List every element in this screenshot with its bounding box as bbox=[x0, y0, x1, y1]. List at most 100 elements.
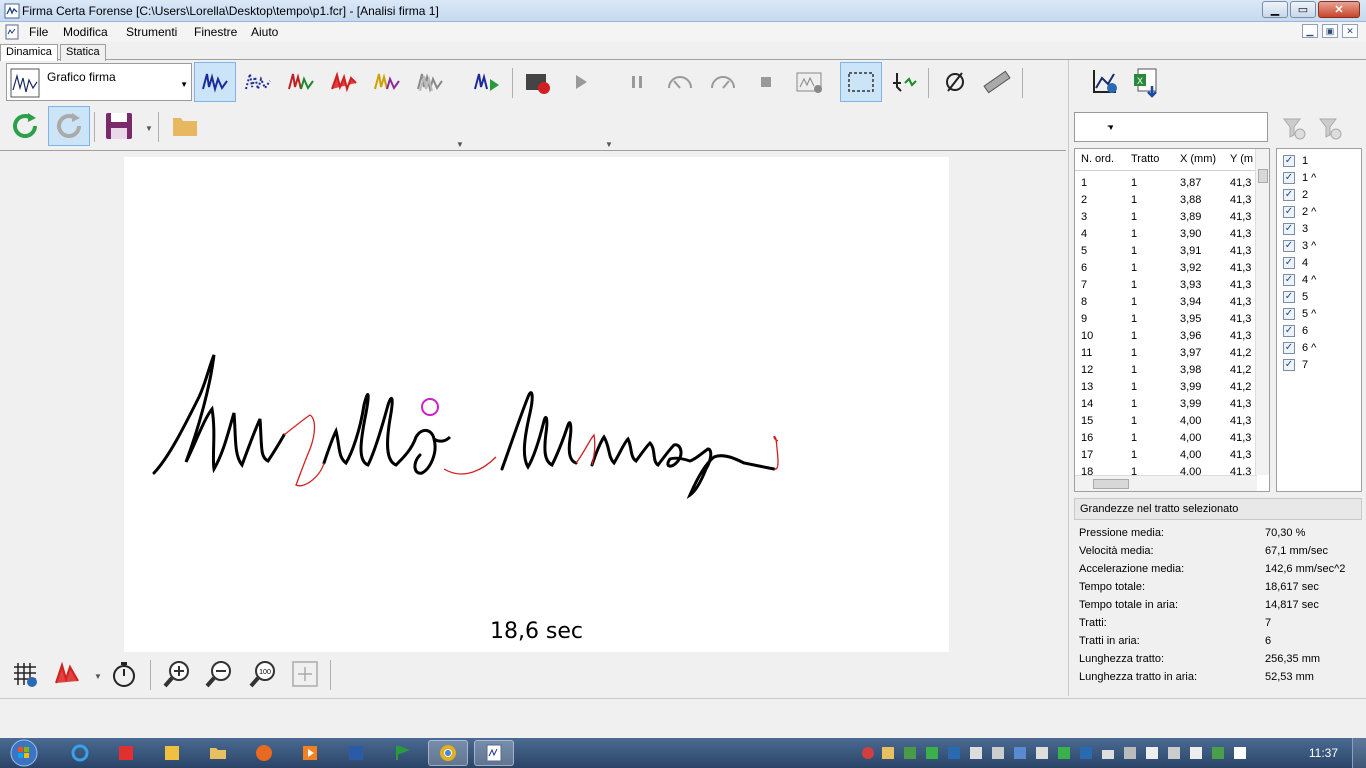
checkbox[interactable]: ✓ bbox=[1283, 290, 1295, 303]
taskbar-app-8[interactable] bbox=[382, 740, 422, 766]
slow-button[interactable] bbox=[659, 62, 701, 102]
stroke-checkbox-item[interactable]: ✓ 6 ^ bbox=[1283, 339, 1316, 356]
vertical-scrollbar[interactable] bbox=[1255, 149, 1269, 475]
table-row[interactable]: 7 1 3,93 41,3 bbox=[1075, 277, 1255, 294]
tab-dinamica[interactable]: Dinamica bbox=[0, 44, 58, 61]
graph-export-button[interactable] bbox=[1083, 62, 1125, 102]
timer-button[interactable] bbox=[104, 654, 146, 694]
column-header[interactable]: X (mm) bbox=[1180, 153, 1216, 165]
checkbox[interactable]: ✓ bbox=[1283, 307, 1295, 320]
checkbox[interactable]: ✓ bbox=[1283, 188, 1295, 201]
table-row[interactable]: 1 1 3,87 41,3 bbox=[1075, 175, 1255, 192]
minimize-button[interactable]: ▁ bbox=[1262, 1, 1288, 18]
table-row[interactable]: 3 1 3,89 41,3 bbox=[1075, 209, 1255, 226]
taskbar-firefox[interactable] bbox=[244, 740, 284, 766]
menu-finestre[interactable]: Finestre bbox=[194, 25, 237, 39]
start-button[interactable] bbox=[4, 738, 44, 768]
zoom-100-button[interactable]: 100 bbox=[242, 654, 284, 694]
table-row[interactable]: 16 1 4,00 41,3 bbox=[1075, 430, 1255, 447]
mdi-restore-button[interactable]: ▣ bbox=[1322, 24, 1338, 38]
taskbar-explorer[interactable] bbox=[198, 740, 238, 766]
stroke-checkbox-item[interactable]: ✓ 3 ^ bbox=[1283, 237, 1316, 254]
stroke-checkbox-item[interactable]: ✓ 4 bbox=[1283, 254, 1308, 271]
taskbar-chrome[interactable] bbox=[428, 740, 468, 766]
table-row[interactable]: 6 1 3,92 41,3 bbox=[1075, 260, 1255, 277]
stop-button[interactable] bbox=[745, 62, 787, 102]
table-row[interactable]: 8 1 3,94 41,3 bbox=[1075, 294, 1255, 311]
table-row[interactable]: 15 1 4,00 41,3 bbox=[1075, 413, 1255, 430]
stroke-checkbox-item[interactable]: ✓ 3 bbox=[1283, 220, 1308, 237]
checkbox[interactable]: ✓ bbox=[1283, 324, 1295, 337]
mdi-close-button[interactable]: ✕ bbox=[1342, 24, 1358, 38]
checkbox[interactable]: ✓ bbox=[1283, 256, 1295, 269]
sync-button[interactable] bbox=[48, 106, 90, 146]
play-trace-button[interactable] bbox=[466, 62, 508, 102]
checkbox[interactable]: ✓ bbox=[1283, 239, 1295, 252]
checkbox[interactable]: ✓ bbox=[1283, 358, 1295, 371]
table-row[interactable]: 17 1 4,00 41,3 bbox=[1075, 447, 1255, 464]
red-trace-button[interactable] bbox=[323, 62, 365, 102]
table-row[interactable]: 10 1 3,96 41,3 bbox=[1075, 328, 1255, 345]
stroke-checkbox-item[interactable]: ✓ 4 ^ bbox=[1283, 271, 1316, 288]
menu-strumenti[interactable]: Strumenti bbox=[126, 25, 177, 39]
taskbar-clock[interactable]: 11:37 bbox=[1309, 746, 1338, 760]
tray-icons[interactable] bbox=[856, 738, 1296, 768]
column-header[interactable]: Y (m bbox=[1230, 153, 1253, 165]
checkbox[interactable]: ✓ bbox=[1283, 222, 1295, 235]
link-button[interactable] bbox=[934, 62, 976, 102]
checkbox[interactable]: ✓ bbox=[1283, 205, 1295, 218]
stroke-filter-select[interactable]: - ▼ bbox=[1074, 112, 1268, 142]
tab-statica[interactable]: Statica bbox=[60, 44, 106, 61]
scrollbar-thumb[interactable] bbox=[1258, 169, 1268, 183]
signature-paper[interactable]: 18,6 sec bbox=[124, 157, 949, 653]
checkbox[interactable]: ✓ bbox=[1283, 341, 1295, 354]
table-row[interactable]: 9 1 3,95 41,3 bbox=[1075, 311, 1255, 328]
show-desktop-button[interactable] bbox=[1352, 738, 1366, 768]
grid-toggle-button[interactable] bbox=[4, 654, 46, 694]
table-row[interactable]: 14 1 3,99 41,3 bbox=[1075, 396, 1255, 413]
stroke-checkbox-item[interactable]: ✓ 6 bbox=[1283, 322, 1308, 339]
table-row[interactable]: 5 1 3,91 41,3 bbox=[1075, 243, 1255, 260]
fast-button[interactable] bbox=[702, 62, 744, 102]
column-header[interactable]: Tratto bbox=[1131, 153, 1159, 165]
ruler-button[interactable] bbox=[976, 62, 1018, 102]
remove-filter-button[interactable] bbox=[1315, 108, 1345, 148]
multicolor-trace-button[interactable] bbox=[366, 62, 408, 102]
zoom-out-button[interactable] bbox=[198, 654, 240, 694]
pressure-trace-button[interactable] bbox=[280, 62, 322, 102]
zoom-in-button[interactable] bbox=[156, 654, 198, 694]
play-button[interactable] bbox=[560, 62, 602, 102]
taskbar-app-2[interactable] bbox=[106, 740, 146, 766]
horizontal-scrollbar[interactable] bbox=[1075, 475, 1257, 491]
fit-to-window-button[interactable] bbox=[284, 654, 326, 694]
graph-type-select[interactable]: Grafico firma ▼ bbox=[6, 63, 192, 101]
checkbox[interactable]: ✓ bbox=[1283, 154, 1295, 167]
taskbar-app-3[interactable] bbox=[152, 740, 192, 766]
stroke-checkbox-item[interactable]: ✓ 1 ^ bbox=[1283, 169, 1316, 186]
stroke-checkbox-item[interactable]: ✓ 2 ^ bbox=[1283, 203, 1316, 220]
document-icon[interactable] bbox=[4, 24, 20, 40]
checkbox[interactable]: ✓ bbox=[1283, 171, 1295, 184]
save-button[interactable] bbox=[98, 106, 140, 146]
mdi-minimize-button[interactable]: ▁ bbox=[1302, 24, 1318, 38]
add-filter-button[interactable] bbox=[1279, 108, 1309, 148]
stroke-checkbox-item[interactable]: ✓ 5 bbox=[1283, 288, 1308, 305]
filter-button[interactable] bbox=[883, 62, 925, 102]
signature-trace-button[interactable] bbox=[194, 62, 236, 102]
table-row[interactable]: 4 1 3,90 41,3 bbox=[1075, 226, 1255, 243]
excel-export-button[interactable]: X bbox=[1125, 62, 1167, 102]
taskbar-word[interactable] bbox=[336, 740, 376, 766]
signature-drawing[interactable] bbox=[124, 157, 949, 597]
points-table[interactable]: N. ord. Tratto X (mm) Y (m 1 1 3,87 41,3 2 1 3… bbox=[1074, 148, 1270, 492]
chevron-down-icon[interactable]: ▼ bbox=[145, 124, 153, 133]
selection-button[interactable] bbox=[840, 62, 882, 102]
table-row[interactable]: 11 1 3,97 41,2 bbox=[1075, 345, 1255, 362]
dotted-trace-button[interactable] bbox=[237, 62, 279, 102]
column-header[interactable]: N. ord. bbox=[1081, 153, 1114, 165]
stroke-checkbox-item[interactable]: ✓ 2 bbox=[1283, 186, 1308, 203]
gray-trace-button[interactable] bbox=[409, 62, 451, 102]
close-button[interactable]: ✕ bbox=[1318, 1, 1360, 18]
maximize-button[interactable]: ▭ bbox=[1290, 1, 1316, 18]
taskbar-ie[interactable] bbox=[60, 740, 100, 766]
film-button[interactable] bbox=[788, 62, 830, 102]
